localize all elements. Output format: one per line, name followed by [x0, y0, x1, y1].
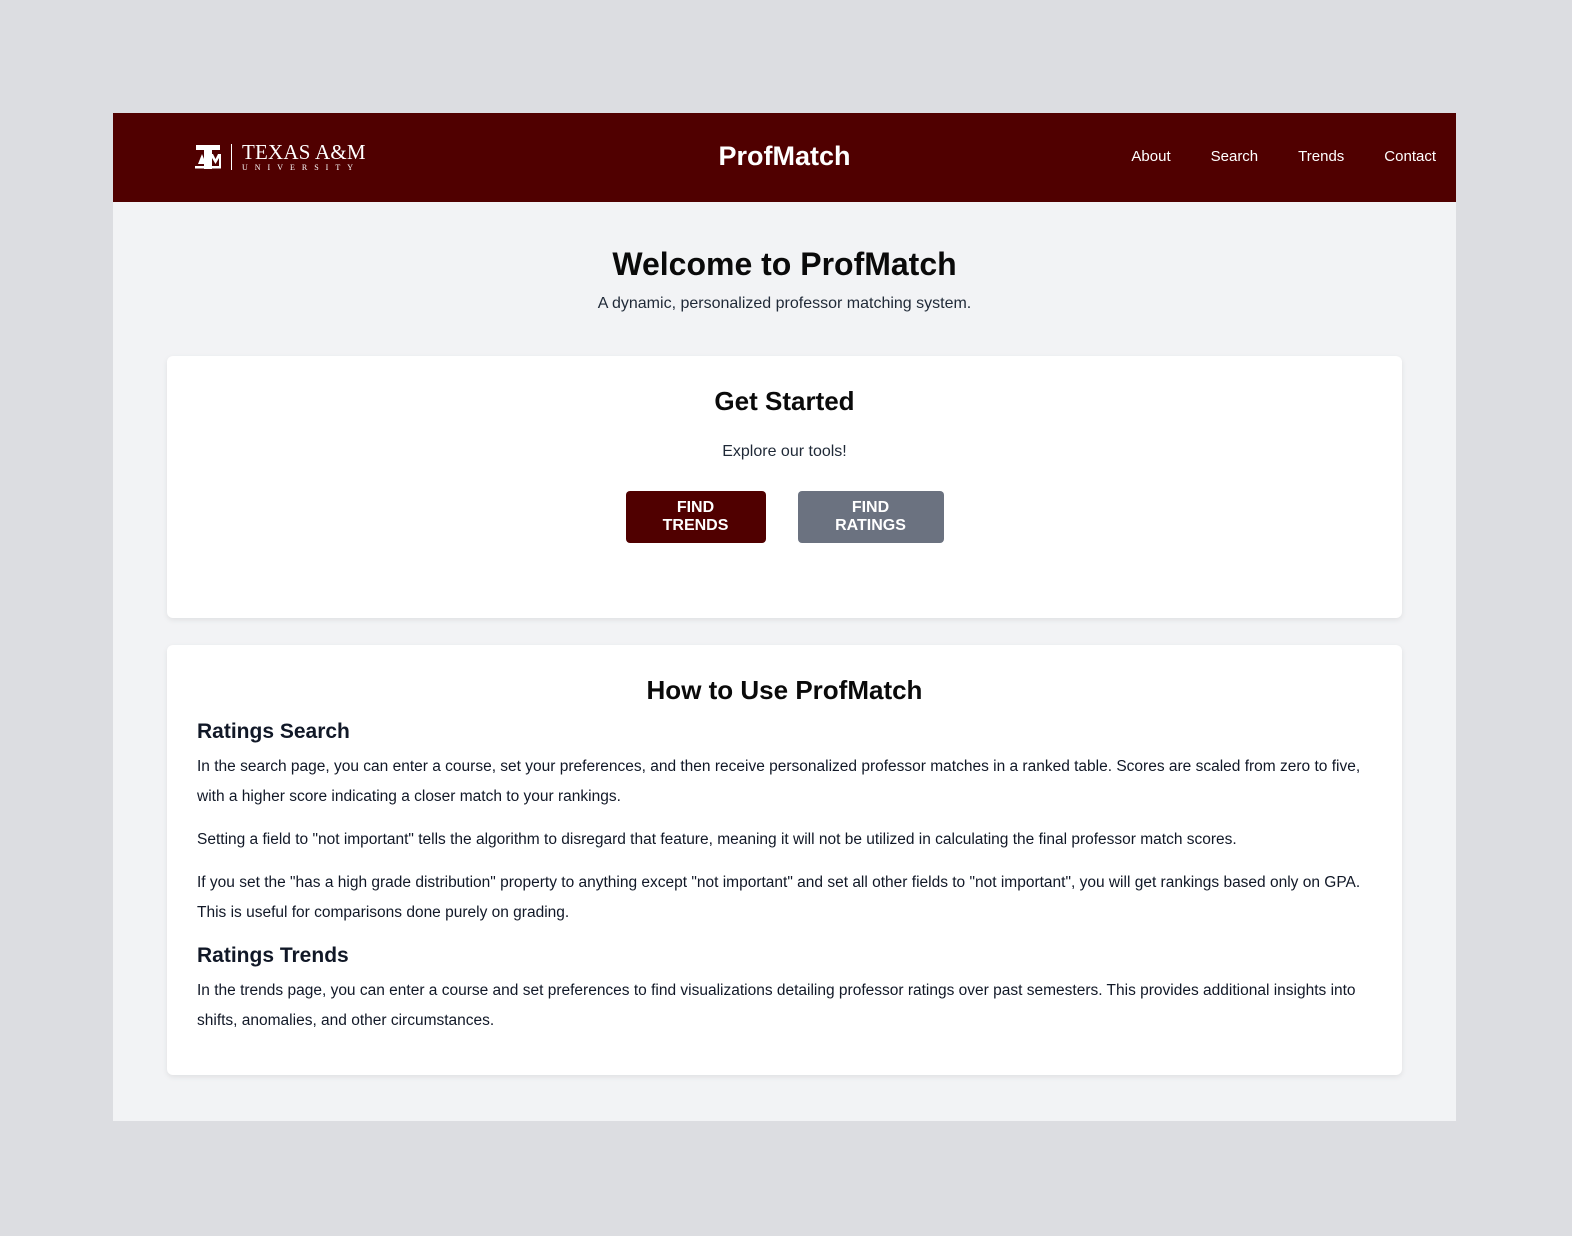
page-title: Welcome to ProfMatch	[612, 246, 957, 282]
logo-main-text: TEXAS A&M	[242, 140, 366, 164]
ratings-search-paragraph: If you set the "has a high grade distrib…	[197, 874, 1361, 921]
action-buttons: FIND TRENDS FIND RATINGS	[167, 491, 1402, 543]
app-window: TEXAS A&M UNIVERSITY ProfMatch About Sea…	[113, 113, 1456, 1121]
page-subtitle: A dynamic, personalized professor matchi…	[597, 295, 972, 312]
get-started-title: Get Started	[714, 386, 855, 416]
top-navbar: TEXAS A&M UNIVERSITY ProfMatch About Sea…	[113, 113, 1456, 202]
find-ratings-button[interactable]: FIND RATINGS	[797, 491, 944, 543]
nav-link-trends[interactable]: Trends	[1298, 148, 1344, 165]
university-logo[interactable]: TEXAS A&M UNIVERSITY	[193, 141, 366, 173]
find-trends-button[interactable]: FIND TRENDS	[625, 491, 766, 543]
nav-links: About Search Trends Contact	[1131, 148, 1436, 165]
how-to-card: How to Use ProfMatch Ratings Search In t…	[167, 645, 1402, 1075]
texas-am-logo-icon	[193, 142, 223, 172]
ratings-trends-heading: Ratings Trends	[197, 944, 349, 967]
get-started-subtitle: Explore our tools!	[722, 443, 847, 460]
ratings-search-heading: Ratings Search	[197, 720, 350, 743]
ratings-search-paragraph: In the search page, you can enter a cour…	[197, 758, 1361, 805]
how-to-title: How to Use ProfMatch	[646, 675, 923, 705]
get-started-card: Get Started Explore our tools! FIND TREN…	[167, 356, 1402, 618]
ratings-search-paragraph: Setting a field to "not important" tells…	[197, 831, 1237, 848]
nav-link-contact[interactable]: Contact	[1384, 148, 1436, 165]
hero-section: Welcome to ProfMatch A dynamic, personal…	[113, 202, 1456, 313]
logo-divider	[231, 144, 232, 170]
nav-link-search[interactable]: Search	[1211, 148, 1259, 165]
nav-link-about[interactable]: About	[1131, 148, 1170, 165]
logo-wordmark: TEXAS A&M UNIVERSITY	[242, 142, 366, 172]
ratings-trends-paragraph: In the trends page, you can enter a cour…	[197, 982, 1356, 1029]
brand-title[interactable]: ProfMatch	[718, 141, 850, 171]
logo-sub-text: UNIVERSITY	[242, 163, 360, 172]
